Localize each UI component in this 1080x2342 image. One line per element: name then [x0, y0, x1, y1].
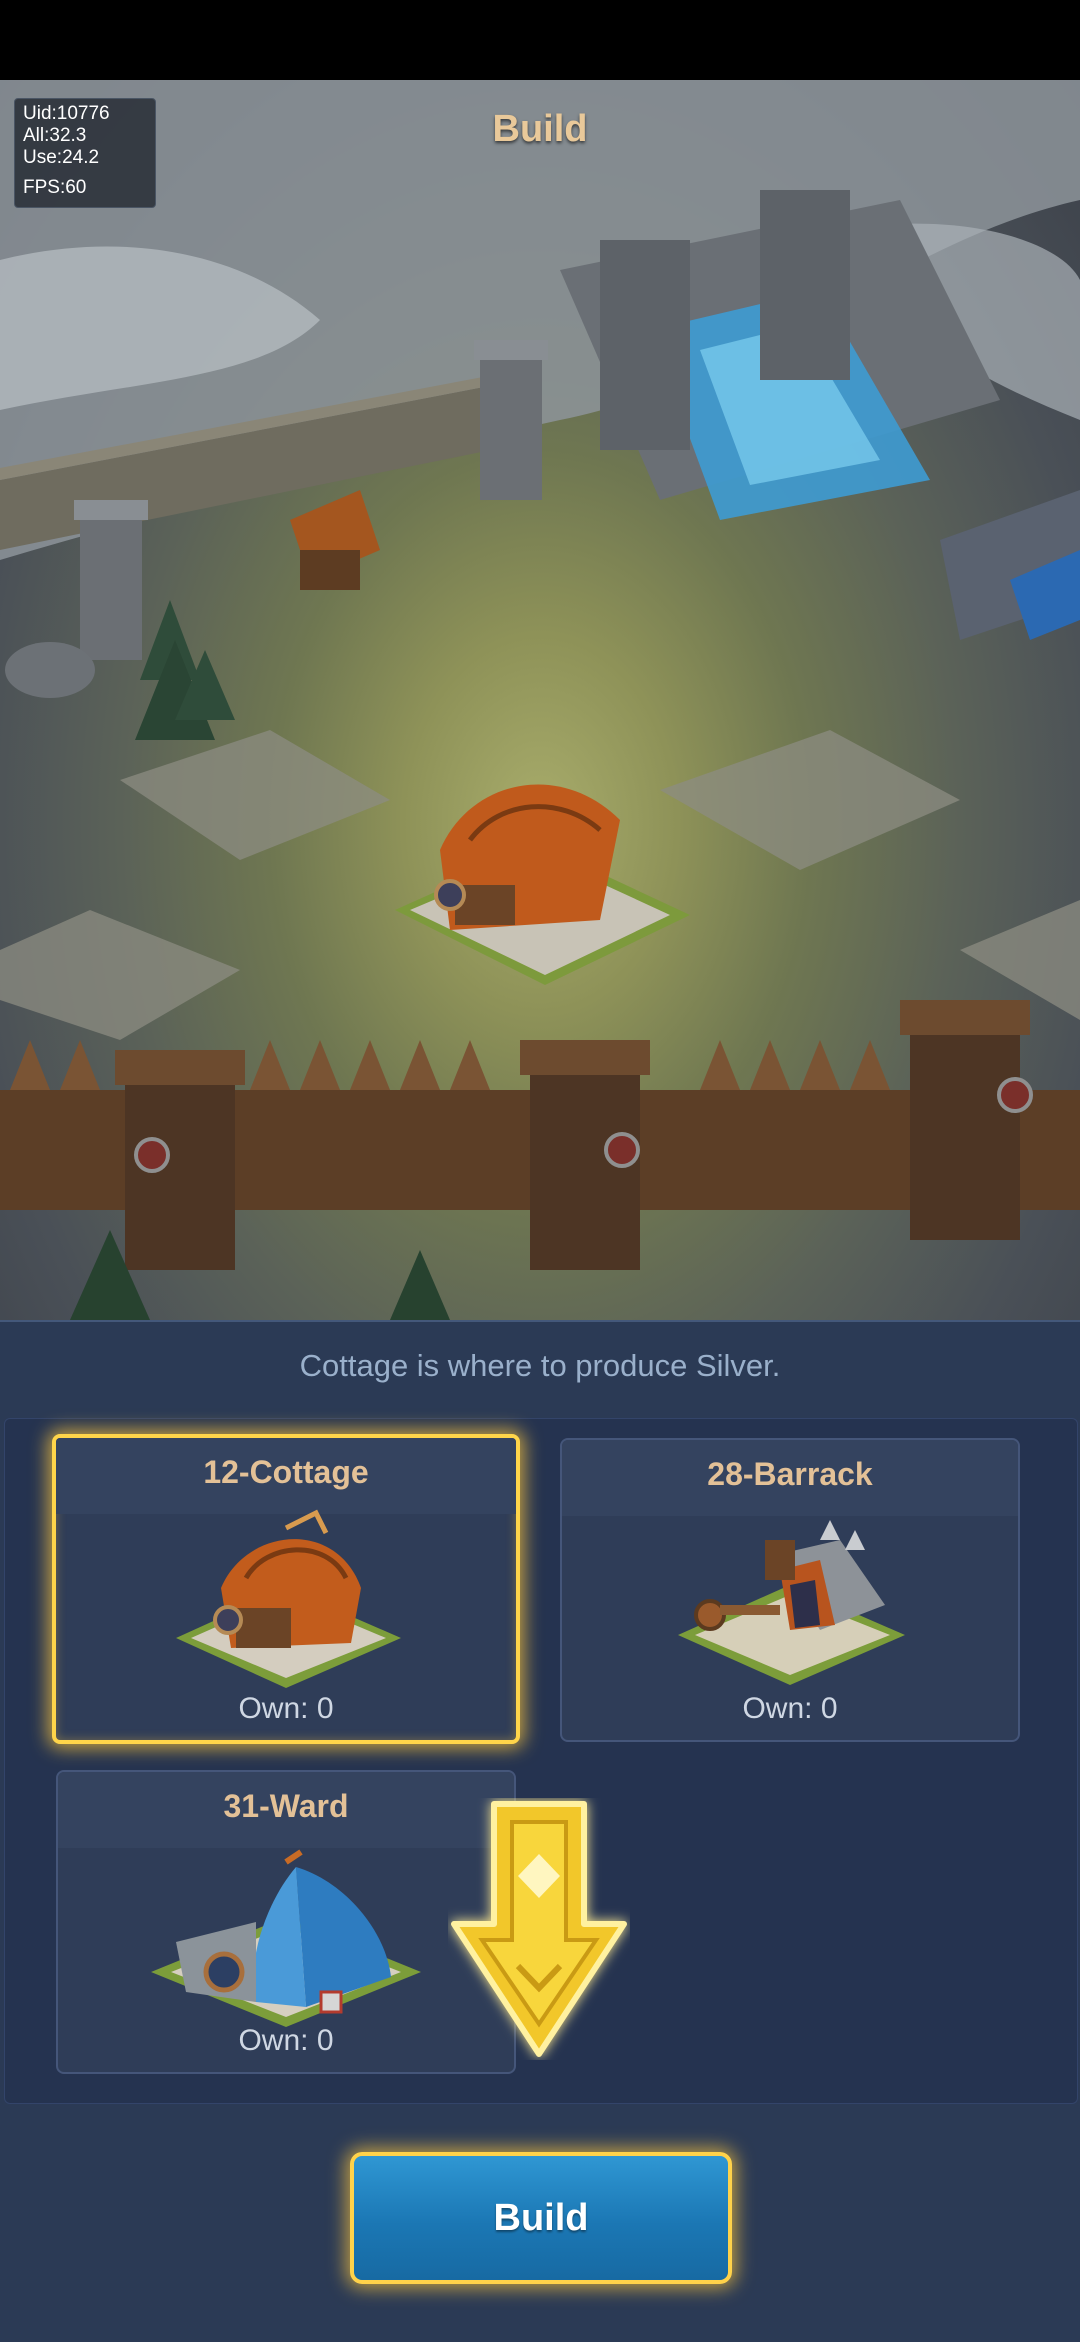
top-black-bar: [0, 0, 1080, 80]
card-title: 31-Ward: [223, 1788, 349, 1824]
game-scene[interactable]: [0, 80, 1080, 1320]
build-button[interactable]: Build: [350, 2152, 732, 2284]
cottage-icon: [176, 1509, 401, 1688]
building-card-ward[interactable]: 31-Ward Own: 0: [56, 1770, 516, 2074]
card-title: 12-Cottage: [203, 1454, 369, 1490]
building-card-barrack[interactable]: 28-Barrack Own: 0: [560, 1438, 1020, 1742]
debug-fps: FPS:60: [23, 177, 87, 198]
card-own-count: Own: 0: [742, 1692, 838, 1725]
ward-icon: [151, 1849, 421, 2027]
scene-art: [0, 80, 1080, 1320]
building-card-cottage[interactable]: 12-Cottage Own: 0: [52, 1434, 520, 1744]
card-own-count: Own: 0: [238, 2024, 334, 2057]
card-title: 28-Barrack: [707, 1456, 873, 1492]
barrack-icon: [678, 1520, 905, 1685]
building-description: Cottage is where to produce Silver.: [299, 1348, 781, 1383]
card-own-count: Own: 0: [238, 1692, 334, 1725]
tutorial-arrow-icon: [451, 1801, 627, 2057]
screen-title: Build: [492, 108, 588, 150]
